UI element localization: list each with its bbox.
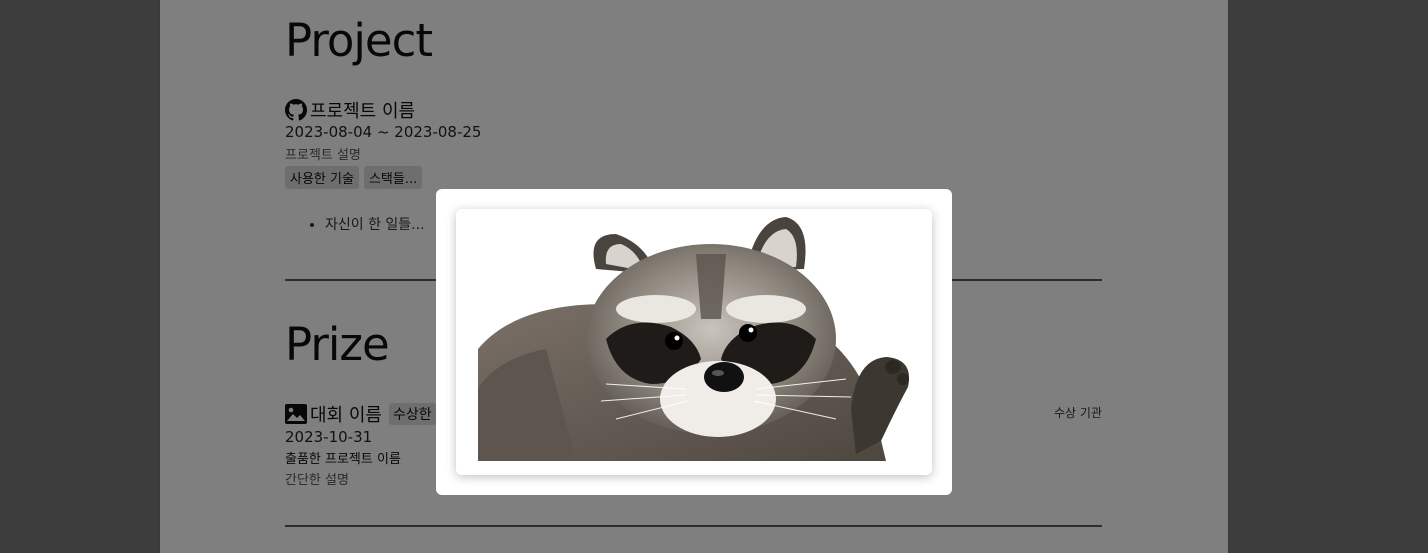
raccoon-photo [456,209,932,475]
image-modal [436,189,952,495]
